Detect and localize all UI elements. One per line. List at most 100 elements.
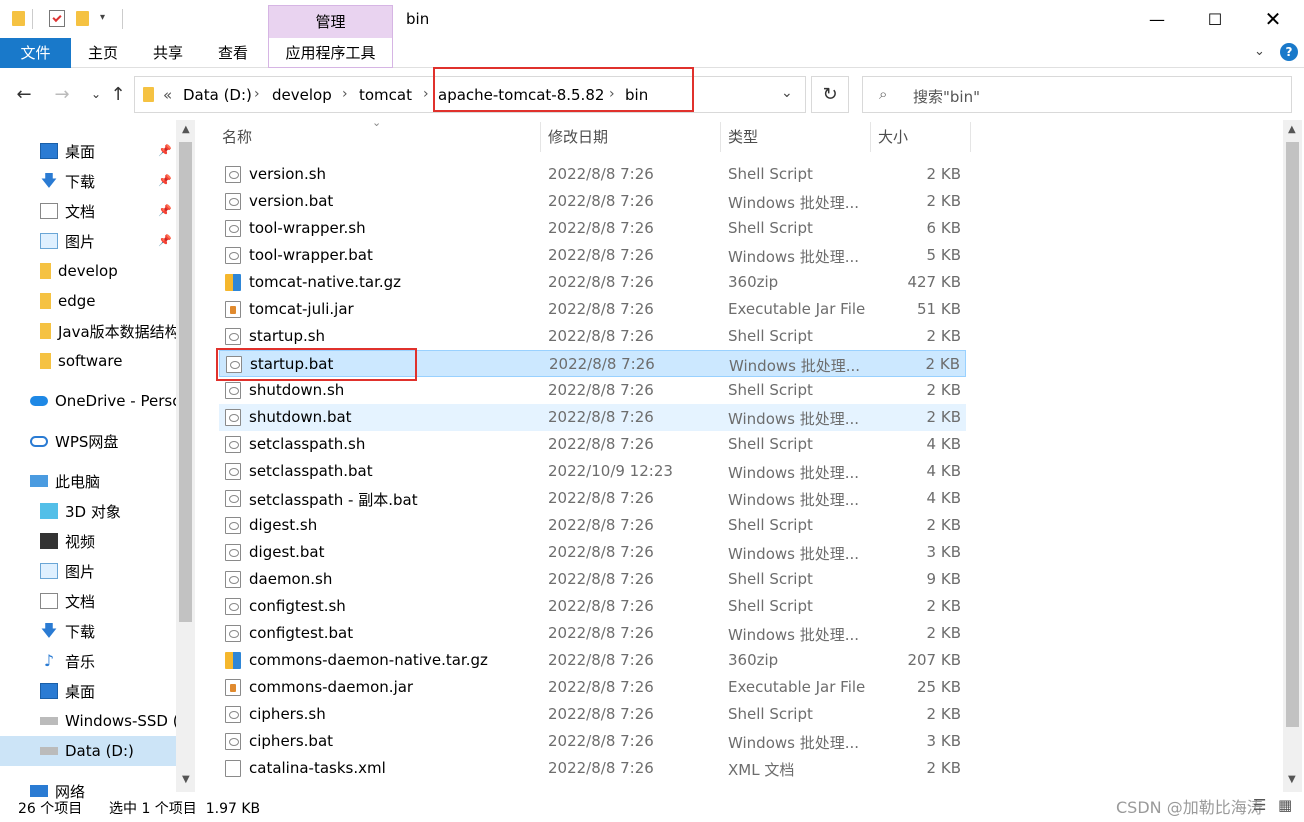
file-date: 2022/8/8 7:26 xyxy=(548,435,654,453)
pin-icon[interactable]: 📌 xyxy=(158,174,172,187)
breadcrumb-develop[interactable]: develop xyxy=(272,86,332,104)
file-row[interactable]: daemon.sh 2022/8/8 7:26 Shell Script 9 KB xyxy=(219,566,966,593)
file-row[interactable]: version.bat 2022/8/8 7:26 Windows 批处理... 2 … xyxy=(219,188,966,215)
file-row[interactable]: shutdown.bat 2022/8/8 7:26 Windows 批处理... 2… xyxy=(219,404,966,431)
details-view-icon[interactable]: ☰ xyxy=(1253,796,1266,814)
file-row[interactable]: setclasspath.bat 2022/10/9 12:23 Windows 批… xyxy=(219,458,966,485)
sidebar-item[interactable]: ♪ 音乐 xyxy=(0,646,178,676)
file-row[interactable]: startup.sh 2022/8/8 7:26 Shell Script 2 KB xyxy=(219,323,966,350)
file-row[interactable]: tomcat-juli.jar 2022/8/8 7:26 Executable J… xyxy=(219,296,966,323)
file-size: 2 KB xyxy=(926,759,961,777)
file-row[interactable]: tool-wrapper.bat 2022/8/8 7:26 Windows 批处理… xyxy=(219,242,966,269)
sidebar-item[interactable]: Java版本数据结构 xyxy=(0,316,178,346)
large-icons-view-icon[interactable]: ▦ xyxy=(1278,796,1292,814)
sidebar-item-label: Data (D:) xyxy=(65,742,134,760)
file-row[interactable]: shutdown.sh 2022/8/8 7:26 Shell Script 2 KB xyxy=(219,377,966,404)
file-row[interactable]: commons-daemon.jar 2022/8/8 7:26 Executabl… xyxy=(219,674,966,701)
file-size: 427 KB xyxy=(907,273,961,291)
sidebar-item[interactable]: OneDrive - Personal xyxy=(0,386,178,416)
search-input[interactable]: 搜索"bin" xyxy=(913,86,980,107)
scroll-up-icon[interactable]: ▲ xyxy=(182,124,190,135)
search-box[interactable]: ⌕ 搜索"bin" xyxy=(862,76,1292,113)
column-header-date[interactable]: 修改日期 xyxy=(548,122,608,152)
scrollbar-thumb[interactable] xyxy=(179,142,192,622)
sidebar-item[interactable]: 图片 xyxy=(0,556,178,586)
pin-icon[interactable]: 📌 xyxy=(158,144,172,157)
file-size: 2 KB xyxy=(926,597,961,615)
new-folder-icon[interactable] xyxy=(76,11,89,26)
sidebar-item[interactable]: 3D 对象 xyxy=(0,496,178,526)
file-list-scrollbar[interactable]: ▲ ▼ xyxy=(1283,120,1302,792)
file-row[interactable]: digest.sh 2022/8/8 7:26 Shell Script 2 KB xyxy=(219,512,966,539)
properties-icon[interactable] xyxy=(49,10,65,27)
scroll-up-icon[interactable]: ▲ xyxy=(1288,124,1296,135)
file-size: 25 KB xyxy=(917,678,961,696)
file-row[interactable]: configtest.bat 2022/8/8 7:26 Windows 批处理..… xyxy=(219,620,966,647)
breadcrumb-data-drive[interactable]: Data (D:) xyxy=(183,86,252,104)
sidebar-item[interactable]: 视频 xyxy=(0,526,178,556)
file-type: 360zip xyxy=(728,273,779,291)
sidebar-item[interactable]: 图片 📌 xyxy=(0,226,178,256)
file-row[interactable]: catalina-tasks.xml 2022/8/8 7:26 XML 文档 2 K… xyxy=(219,755,966,782)
breadcrumb-overflow[interactable]: « xyxy=(163,86,172,104)
tab-share[interactable]: 共享 xyxy=(140,38,196,68)
sidebar-item[interactable]: 文档 xyxy=(0,586,178,616)
up-icon[interactable]: ↑ xyxy=(104,80,132,108)
sidebar-item[interactable]: develop xyxy=(0,256,178,286)
customize-toolbar-icon[interactable]: ▾ xyxy=(100,12,105,23)
forward-icon[interactable]: → xyxy=(48,80,76,108)
address-dropdown-icon[interactable]: ⌄ xyxy=(781,85,793,101)
manage-context-tab[interactable]: 管理 xyxy=(268,5,393,38)
column-header-name[interactable]: 名称 xyxy=(222,122,252,152)
file-row[interactable]: setclasspath - 副本.bat 2022/8/8 7:26 Window… xyxy=(219,485,966,512)
tab-view[interactable]: 查看 xyxy=(205,38,261,68)
minimize-icon[interactable]: — xyxy=(1128,0,1186,38)
file-size: 4 KB xyxy=(926,435,961,453)
chevron-down-icon[interactable]: ⌄ xyxy=(1254,44,1265,59)
column-header-type[interactable]: 类型 xyxy=(728,122,758,152)
sidebar-item[interactable]: 桌面 xyxy=(0,676,178,706)
file-row[interactable]: tool-wrapper.sh 2022/8/8 7:26 Shell Script… xyxy=(219,215,966,242)
file-row[interactable]: tomcat-native.tar.gz 2022/8/8 7:26 360zip 4… xyxy=(219,269,966,296)
maximize-icon[interactable]: ☐ xyxy=(1186,0,1244,38)
file-row[interactable]: digest.bat 2022/8/8 7:26 Windows 批处理... 3 K… xyxy=(219,539,966,566)
file-date: 2022/8/8 7:26 xyxy=(548,300,654,318)
tab-home[interactable]: 主页 xyxy=(76,38,130,68)
sidebar-item[interactable]: 文档 📌 xyxy=(0,196,178,226)
scroll-down-icon[interactable]: ▼ xyxy=(1288,774,1296,785)
sidebar-item[interactable]: 此电脑 xyxy=(0,466,178,496)
xml-file-icon xyxy=(225,760,241,777)
tab-application-tools[interactable]: 应用程序工具 xyxy=(268,38,393,68)
sidebar-item[interactable]: Windows-SSD (C:) xyxy=(0,706,178,736)
chevron-right-icon[interactable]: › xyxy=(342,86,348,102)
file-row[interactable]: ciphers.sh 2022/8/8 7:26 Shell Script 2 KB xyxy=(219,701,966,728)
scroll-down-icon[interactable]: ▼ xyxy=(182,774,190,785)
pin-icon[interactable]: 📌 xyxy=(158,204,172,217)
sidebar-item[interactable]: WPS网盘 xyxy=(0,426,178,456)
sidebar-item-label: Java版本数据结构 xyxy=(58,322,178,341)
sidebar-item[interactable]: edge xyxy=(0,286,178,316)
pin-icon[interactable]: 📌 xyxy=(158,234,172,247)
help-icon[interactable]: ? xyxy=(1280,43,1298,61)
back-icon[interactable]: ← xyxy=(10,80,38,108)
file-row[interactable]: commons-daemon-native.tar.gz 2022/8/8 7:2… xyxy=(219,647,966,674)
column-header-size[interactable]: 大小 xyxy=(878,122,908,152)
file-row[interactable]: ciphers.bat 2022/8/8 7:26 Windows 批处理... 3 … xyxy=(219,728,966,755)
file-row[interactable]: configtest.sh 2022/8/8 7:26 Shell Script 2 … xyxy=(219,593,966,620)
refresh-icon[interactable]: ↻ xyxy=(811,76,849,113)
file-type: Shell Script xyxy=(728,219,813,237)
breadcrumb-tomcat[interactable]: tomcat xyxy=(359,86,412,104)
sidebar-item[interactable]: 🡇 下载 xyxy=(0,616,178,646)
sidebar-item[interactable]: 桌面 📌 xyxy=(0,136,178,166)
chevron-right-icon[interactable]: › xyxy=(423,86,429,102)
sidebar-item[interactable]: Data (D:) xyxy=(0,736,178,766)
sidebar-scrollbar[interactable]: ▲ ▼ xyxy=(176,120,195,792)
sidebar-item[interactable]: software xyxy=(0,346,178,376)
file-row[interactable]: version.sh 2022/8/8 7:26 Shell Script 2 KB xyxy=(219,161,966,188)
file-row[interactable]: setclasspath.sh 2022/8/8 7:26 Shell Script… xyxy=(219,431,966,458)
chevron-right-icon[interactable]: › xyxy=(254,86,260,102)
close-icon[interactable]: ✕ xyxy=(1244,0,1302,38)
sidebar-item[interactable]: 🡇 下载 📌 xyxy=(0,166,178,196)
scrollbar-thumb[interactable] xyxy=(1286,142,1299,727)
tab-file[interactable]: 文件 xyxy=(0,38,71,68)
